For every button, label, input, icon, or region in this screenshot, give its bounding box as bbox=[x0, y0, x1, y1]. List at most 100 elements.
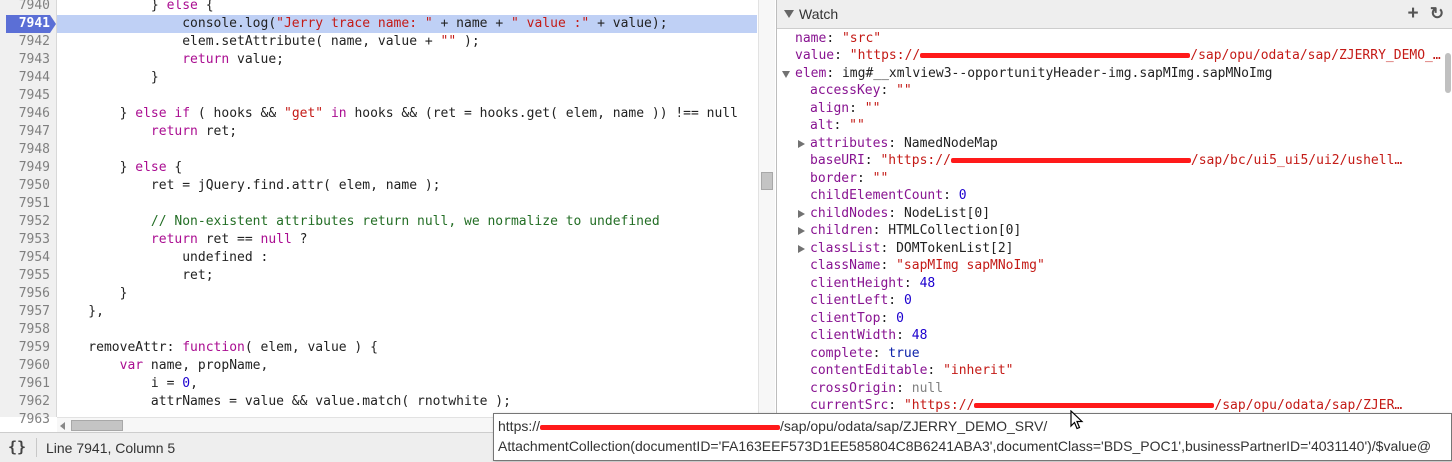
watch-separator: : bbox=[927, 363, 944, 378]
code-line: } bbox=[57, 285, 757, 303]
watch-row[interactable]: clientWidth: 48 bbox=[810, 327, 927, 345]
expand-triangle-icon[interactable] bbox=[798, 227, 805, 235]
line-number[interactable]: 7948 bbox=[0, 141, 50, 159]
watch-row[interactable]: classList: DOMTokenList[2] bbox=[798, 240, 1014, 258]
line-number[interactable]: 7954 bbox=[0, 249, 50, 267]
watch-row[interactable]: attributes: NamedNodeMap bbox=[798, 135, 998, 153]
code-token: return bbox=[182, 52, 230, 67]
source-editor[interactable]: 7940 7941 7942 7943 7944 7945 7946 7947 7948 7949… bbox=[0, 0, 776, 432]
line-number[interactable]: 7947 bbox=[0, 123, 50, 141]
line-number[interactable]: 7944 bbox=[0, 69, 50, 87]
line-number[interactable]: 7962 bbox=[0, 393, 50, 411]
code-token: } bbox=[57, 0, 167, 13]
watch-value-prefix: "https:// bbox=[849, 48, 921, 63]
watch-row[interactable]: border: "" bbox=[810, 170, 888, 188]
watch-row[interactable]: clientLeft: 0 bbox=[810, 292, 912, 310]
watch-row[interactable]: childNodes: NodeList[0] bbox=[798, 205, 990, 223]
code-line: } else { bbox=[57, 159, 757, 177]
watch-key: border bbox=[810, 170, 857, 186]
editor-vertical-scrollbar[interactable] bbox=[758, 0, 775, 417]
code-token: } bbox=[57, 70, 159, 85]
watch-row[interactable]: currentSrc: "https:// /sap/opu/odata/sap/… bbox=[810, 397, 1402, 415]
watch-header[interactable]: Watch + ↻ bbox=[777, 0, 1452, 29]
refresh-icon[interactable]: ↻ bbox=[1427, 3, 1447, 25]
plus-icon[interactable]: + bbox=[1403, 3, 1423, 25]
editor-vertical-scroll-thumb[interactable] bbox=[761, 172, 773, 190]
code-line: removeAttr: function( elem, value ) { bbox=[57, 339, 757, 357]
code-line: i = 0, bbox=[57, 375, 757, 393]
watch-value: "" bbox=[864, 100, 881, 116]
line-number[interactable]: 7949 bbox=[0, 159, 50, 177]
scroll-left-arrow-icon[interactable] bbox=[60, 422, 65, 430]
watch-row[interactable]: clientHeight: 48 bbox=[810, 275, 935, 293]
watch-row[interactable]: contentEditable: "inherit" bbox=[810, 362, 1014, 380]
watch-value: true bbox=[888, 345, 920, 361]
line-number[interactable]: 7955 bbox=[0, 267, 50, 285]
code-token: in bbox=[330, 106, 347, 121]
pretty-print-icon[interactable]: {} bbox=[8, 437, 34, 457]
line-number[interactable]: 7960 bbox=[0, 357, 50, 375]
code-line: var name, propName, bbox=[57, 357, 757, 375]
code-token: null bbox=[260, 232, 292, 247]
line-number-gutter[interactable]: 7940 7941 7942 7943 7944 7945 7946 7947 7948 7949… bbox=[0, 0, 57, 427]
code-token: undefined : bbox=[57, 250, 269, 265]
line-number[interactable]: 7946 bbox=[0, 105, 50, 123]
line-number[interactable]: 7953 bbox=[0, 231, 50, 249]
collapse-triangle-icon[interactable] bbox=[782, 70, 790, 78]
code-area[interactable]: } else { console.log("Jerry trace name: … bbox=[57, 0, 757, 417]
watch-separator: : bbox=[826, 30, 842, 46]
watch-separator: : bbox=[888, 293, 904, 308]
line-number[interactable]: 7956 bbox=[0, 285, 50, 303]
watch-value: DOMTokenList[2] bbox=[896, 240, 1014, 256]
code-token: { bbox=[197, 0, 214, 13]
watch-row[interactable]: accessKey: "" bbox=[810, 82, 912, 100]
line-number[interactable]: 7963 bbox=[0, 411, 50, 429]
editor-horizontal-scroll-thumb[interactable] bbox=[71, 420, 123, 431]
watch-row[interactable]: elem: img#__xmlview3--opportunityHeader-… bbox=[782, 65, 1273, 83]
line-number[interactable]: 7940 bbox=[0, 0, 50, 15]
watch-row[interactable]: value: "https:// /sap/opu/odata/sap/ZJERR… bbox=[795, 47, 1441, 65]
watch-value: img#__xmlview3--opportunityHeader-img.sa… bbox=[841, 65, 1273, 81]
line-number[interactable]: 7958 bbox=[0, 321, 50, 339]
watch-row[interactable]: complete: true bbox=[810, 345, 920, 363]
watch-row[interactable]: alt: "" bbox=[810, 117, 865, 135]
redaction-mark bbox=[974, 403, 1215, 408]
line-number[interactable]: 7941 bbox=[6, 15, 56, 33]
watch-row[interactable]: childElementCount: 0 bbox=[810, 187, 967, 205]
code-token: } bbox=[57, 106, 136, 121]
line-number[interactable]: 7942 bbox=[0, 33, 50, 51]
watch-scroll-thumb[interactable] bbox=[1445, 53, 1451, 93]
line-number[interactable]: 7945 bbox=[0, 87, 50, 105]
line-number[interactable]: 7957 bbox=[0, 303, 50, 321]
line-number[interactable]: 7943 bbox=[0, 51, 50, 69]
line-number[interactable]: 7950 bbox=[0, 177, 50, 195]
collapse-caret-icon[interactable] bbox=[784, 10, 794, 18]
code-token: hooks && (ret = hooks.get( elem, name ))… bbox=[346, 106, 738, 121]
line-number[interactable]: 7959 bbox=[0, 339, 50, 357]
watch-key: attributes bbox=[810, 135, 889, 151]
watch-value: 48 bbox=[911, 328, 928, 343]
line-number[interactable]: 7961 bbox=[0, 375, 50, 393]
watch-key: align bbox=[810, 100, 850, 116]
code-token: elem.setAttribute( name, value + bbox=[57, 34, 441, 49]
watch-key: elem bbox=[795, 65, 827, 81]
watch-row[interactable]: clientTop: 0 bbox=[810, 310, 904, 328]
watch-row[interactable]: baseURI: "https:// /sap/bc/ui5_ui5/ui2/us… bbox=[810, 152, 1402, 170]
watch-separator: : bbox=[880, 240, 897, 256]
watch-row[interactable]: className: "sapMImg sapMNoImg" bbox=[810, 257, 1045, 275]
code-token: console.log( bbox=[57, 16, 277, 31]
expand-triangle-icon[interactable] bbox=[798, 209, 805, 218]
watch-value: 0 bbox=[896, 310, 904, 326]
watch-row[interactable]: crossOrigin: null bbox=[810, 380, 943, 398]
watch-row[interactable]: name: "src" bbox=[795, 30, 881, 48]
code-line: return ret; bbox=[57, 123, 757, 141]
watch-row[interactable]: children: HTMLCollection[0] bbox=[798, 222, 1021, 240]
expand-triangle-icon[interactable] bbox=[798, 244, 805, 253]
watch-row[interactable]: align: "" bbox=[810, 100, 880, 118]
expand-triangle-icon[interactable] bbox=[798, 139, 805, 148]
watch-scrollbar[interactable] bbox=[1445, 29, 1452, 432]
line-number[interactable]: 7951 bbox=[0, 195, 50, 213]
line-number[interactable]: 7952 bbox=[0, 213, 50, 231]
